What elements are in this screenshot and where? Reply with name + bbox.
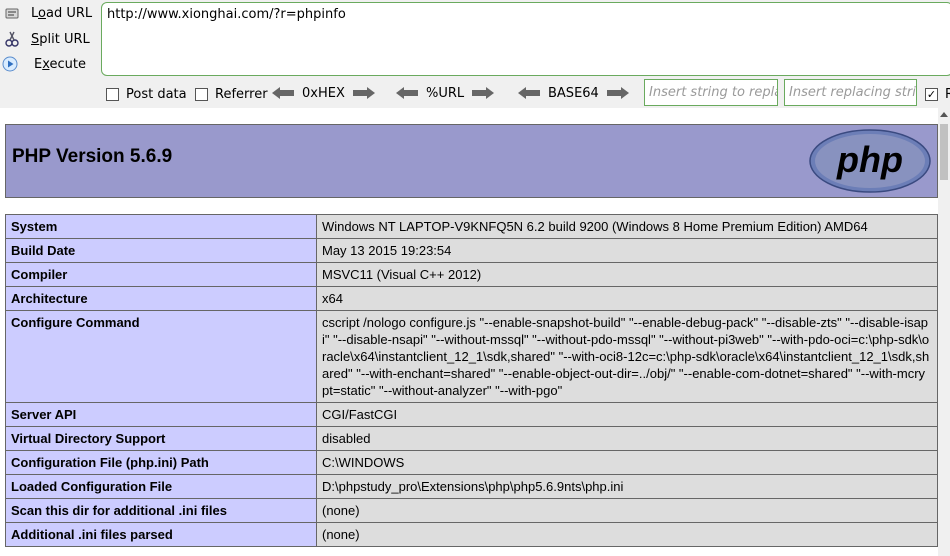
row-value: (none) <box>316 498 938 523</box>
info-table: System Windows NT LAPTOP-V9KNFQ5N 6.2 bui… <box>5 214 938 547</box>
play-icon <box>1 55 19 73</box>
replace-from-input[interactable]: Insert string to replace <box>644 79 778 106</box>
table-row: Additional .ini files parsed (none) <box>5 522 938 547</box>
row-key: Scan this dir for additional .ini files <box>5 498 317 523</box>
row-key: Virtual Directory Support <box>5 426 317 451</box>
table-row: Server API CGI/FastCGI <box>5 402 938 427</box>
load-url-label: Load URL <box>31 5 93 21</box>
post-data-box[interactable] <box>106 87 119 101</box>
row-value: D:\phpstudy_pro\Extensions\php\php5.6.9n… <box>316 474 938 499</box>
base64-encoder[interactable]: BASE64 <box>518 84 629 102</box>
php-logo-text: php <box>836 139 903 180</box>
phpinfo-page: PHP Version 5.6.9 php System Windows NT L… <box>0 108 950 556</box>
php-header: PHP Version 5.6.9 php <box>5 124 938 198</box>
hackbar-toolbar: Load URL Split URL Execute http://www.xi… <box>0 0 950 108</box>
row-value: (none) <box>316 522 938 547</box>
table-row: Configure Command cscript /nologo configu… <box>5 310 938 403</box>
url-increase-icon[interactable] <box>472 87 495 99</box>
row-value: cscript /nologo configure.js "--enable-s… <box>316 310 938 403</box>
url-decrease-icon[interactable] <box>396 87 418 99</box>
row-value: x64 <box>316 286 938 311</box>
table-row: Configuration File (php.ini) Path C:\WIND… <box>5 450 938 475</box>
row-value: Windows NT LAPTOP-V9KNFQ5N 6.2 build 920… <box>316 214 938 239</box>
php-logo: php <box>809 129 931 193</box>
scroll-thumb[interactable] <box>940 124 948 180</box>
execute-button[interactable]: Execute <box>0 52 86 76</box>
replace-checkbox[interactable]: ✓ R <box>925 85 950 103</box>
load-url-button[interactable]: Load URL <box>0 1 92 25</box>
url-textarea[interactable]: http://www.xionghai.com/?r=phpinfo <box>101 2 950 76</box>
row-key: Build Date <box>5 238 317 263</box>
load-url-icon <box>3 4 21 22</box>
table-row: Build Date May 13 2015 19:23:54 <box>5 238 938 263</box>
base64-label: BASE64 <box>548 85 599 101</box>
replace-to-input[interactable]: Insert replacing string <box>784 79 917 106</box>
url-encoder[interactable]: %URL <box>396 84 495 102</box>
row-key: Loaded Configuration File <box>5 474 317 499</box>
table-row: Compiler MSVC11 (Visual C++ 2012) <box>5 262 938 287</box>
split-url-label: Split URL <box>31 31 90 47</box>
base64-decrease-icon[interactable] <box>518 87 540 99</box>
base64-increase-icon[interactable] <box>606 87 629 99</box>
row-key: System <box>5 214 317 239</box>
referrer-box[interactable] <box>195 87 208 101</box>
row-key: Architecture <box>5 286 317 311</box>
table-row: Architecture x64 <box>5 286 938 311</box>
scissors-icon <box>3 30 21 48</box>
url-text: http://www.xionghai.com/?r=phpinfo <box>107 7 346 22</box>
row-value: disabled <box>316 426 938 451</box>
replace-to-placeholder: Insert replacing string <box>789 85 916 100</box>
hex-label: 0xHEX <box>302 85 345 101</box>
url-enc-label: %URL <box>426 85 465 101</box>
hex-increase-icon[interactable] <box>352 87 375 99</box>
replace-check-box[interactable]: ✓ <box>925 87 938 101</box>
referrer-checkbox[interactable]: Referrer <box>195 85 268 103</box>
hex-encoder[interactable]: 0xHEX <box>272 84 375 102</box>
row-key: Configure Command <box>5 310 317 403</box>
row-key: Compiler <box>5 262 317 287</box>
table-row: Scan this dir for additional .ini files(… <box>5 498 938 523</box>
replace-from-placeholder: Insert string to replace <box>649 85 777 100</box>
table-row: System Windows NT LAPTOP-V9KNFQ5N 6.2 bui… <box>5 214 938 239</box>
replace-check-label: R <box>945 86 950 102</box>
row-value: MSVC11 (Visual C++ 2012) <box>316 262 938 287</box>
row-key: Additional .ini files parsed <box>5 522 317 547</box>
hex-decrease-icon[interactable] <box>272 87 294 99</box>
post-data-label: Post data <box>126 86 187 102</box>
row-key: Server API <box>5 402 317 427</box>
row-key: Configuration File (php.ini) Path <box>5 450 317 475</box>
row-value: May 13 2015 19:23:54 <box>316 238 938 263</box>
page-title: PHP Version 5.6.9 <box>12 146 173 167</box>
row-value: CGI/FastCGI <box>316 402 938 427</box>
referrer-label: Referrer <box>215 86 268 102</box>
table-row: Virtual Directory Support disabled <box>5 426 938 451</box>
execute-label: Execute <box>34 56 86 72</box>
scroll-up-icon[interactable] <box>940 112 948 117</box>
table-row: Loaded Configuration File D:\phpstudy_pro… <box>5 474 938 499</box>
scrollbar[interactable] <box>938 108 950 556</box>
split-url-button[interactable]: Split URL <box>0 27 90 51</box>
row-value: C:\WINDOWS <box>316 450 938 475</box>
post-data-checkbox[interactable]: Post data <box>106 85 187 103</box>
